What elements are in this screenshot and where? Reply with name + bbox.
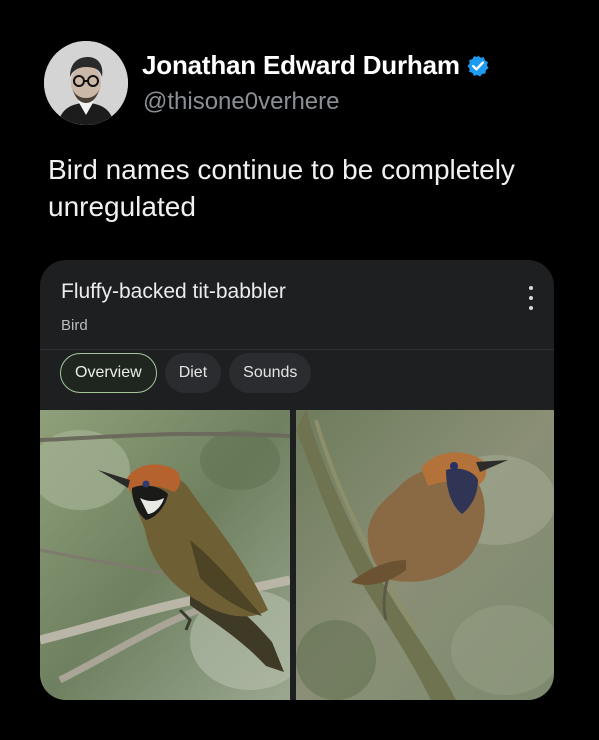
author-handle[interactable]: @thisone0verhere xyxy=(143,88,339,116)
tab-sounds[interactable]: Sounds xyxy=(229,353,312,393)
bird-photo-right[interactable] xyxy=(296,410,554,700)
more-vertical-icon[interactable] xyxy=(526,286,536,310)
card-tabs: Overview Diet Sounds xyxy=(60,353,312,393)
card-divider xyxy=(40,349,554,350)
card-subtitle: Bird xyxy=(61,317,88,334)
knowledge-card: Fluffy-backed tit-babbler Bird Overview … xyxy=(40,260,554,700)
verified-badge-icon xyxy=(466,54,490,78)
tab-diet[interactable]: Diet xyxy=(164,353,222,393)
avatar[interactable] xyxy=(44,41,128,125)
author-name-text: Jonathan Edward Durham xyxy=(142,50,460,80)
bird-photo-left[interactable] xyxy=(40,410,290,700)
kebab-dot xyxy=(529,286,533,290)
kebab-dot xyxy=(529,296,533,300)
kebab-dot xyxy=(529,306,533,310)
tab-overview[interactable]: Overview xyxy=(60,353,157,393)
card-title[interactable]: Fluffy-backed tit-babbler xyxy=(61,280,286,304)
post-text: Bird names continue to be completely unr… xyxy=(48,154,515,222)
author-display-name[interactable]: Jonathan Edward Durham xyxy=(142,50,490,81)
